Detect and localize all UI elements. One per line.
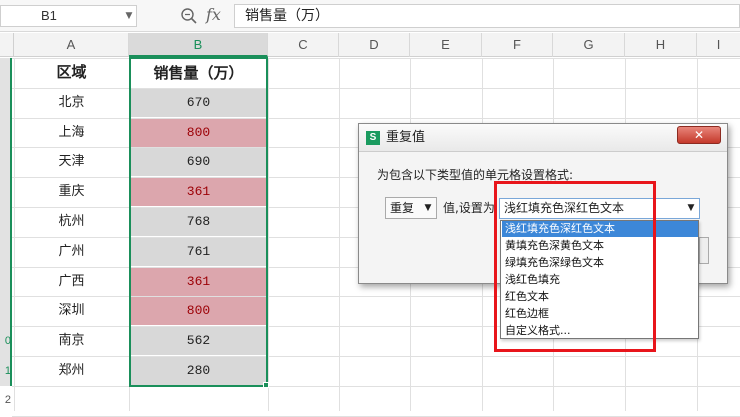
column-header-a[interactable]: A	[14, 33, 129, 57]
column-header-h[interactable]: H	[625, 33, 697, 57]
region-cell[interactable]: 郑州	[14, 356, 129, 385]
column-header-b[interactable]: B	[129, 33, 268, 57]
app-logo-icon: S	[366, 131, 380, 145]
column-header-i[interactable]: I	[697, 33, 740, 57]
selection-border	[129, 57, 268, 387]
row-header-number[interactable]: 1	[0, 365, 12, 381]
region-cell[interactable]: 广西	[14, 267, 129, 296]
chevron-down-icon[interactable]: ▼	[122, 5, 136, 27]
zoom-search-icon[interactable]	[180, 7, 198, 25]
region-cell[interactable]: 深圳	[14, 296, 129, 325]
chevron-down-icon[interactable]: ▼	[683, 198, 699, 219]
grid-vline	[339, 58, 340, 411]
annotation-highlight-box	[494, 181, 656, 352]
column-a-header-cell[interactable]: 区域	[14, 58, 129, 87]
column-header-d[interactable]: D	[339, 33, 410, 57]
formula-input[interactable]: 销售量（万）	[234, 4, 740, 28]
fill-handle[interactable]	[263, 382, 269, 388]
row-header-number[interactable]: 0	[0, 335, 12, 351]
region-cell[interactable]: 广州	[14, 237, 129, 266]
region-cell[interactable]: 杭州	[14, 207, 129, 236]
column-header-e[interactable]: E	[410, 33, 482, 57]
column-header-c[interactable]: C	[268, 33, 339, 57]
fx-icon[interactable]: fx	[206, 3, 228, 27]
dialog-button-edge[interactable]	[699, 237, 709, 264]
name-box[interactable]: B1	[0, 5, 137, 27]
region-cell[interactable]: 北京	[14, 88, 129, 117]
select-all-corner[interactable]	[0, 33, 14, 57]
chevron-down-icon[interactable]: ▼	[421, 197, 435, 219]
grid-hline	[12, 386, 740, 387]
set-as-label: 值,设置为	[443, 201, 495, 215]
region-cell[interactable]: 重庆	[14, 177, 129, 206]
grid-vline	[268, 58, 269, 411]
dialog-titlebar[interactable]: S 重复值 ✕	[359, 124, 727, 152]
column-header-bar: A B C D E F G H I	[0, 33, 740, 57]
region-cell[interactable]: 天津	[14, 147, 129, 176]
region-cell[interactable]: 南京	[14, 326, 129, 355]
column-header-f[interactable]: F	[482, 33, 553, 57]
column-header-g[interactable]: G	[553, 33, 625, 57]
close-button[interactable]: ✕	[677, 126, 721, 144]
dialog-title: 重复值	[386, 130, 426, 145]
region-cell[interactable]: 上海	[14, 118, 129, 147]
row-header-number[interactable]: 2	[0, 394, 12, 410]
